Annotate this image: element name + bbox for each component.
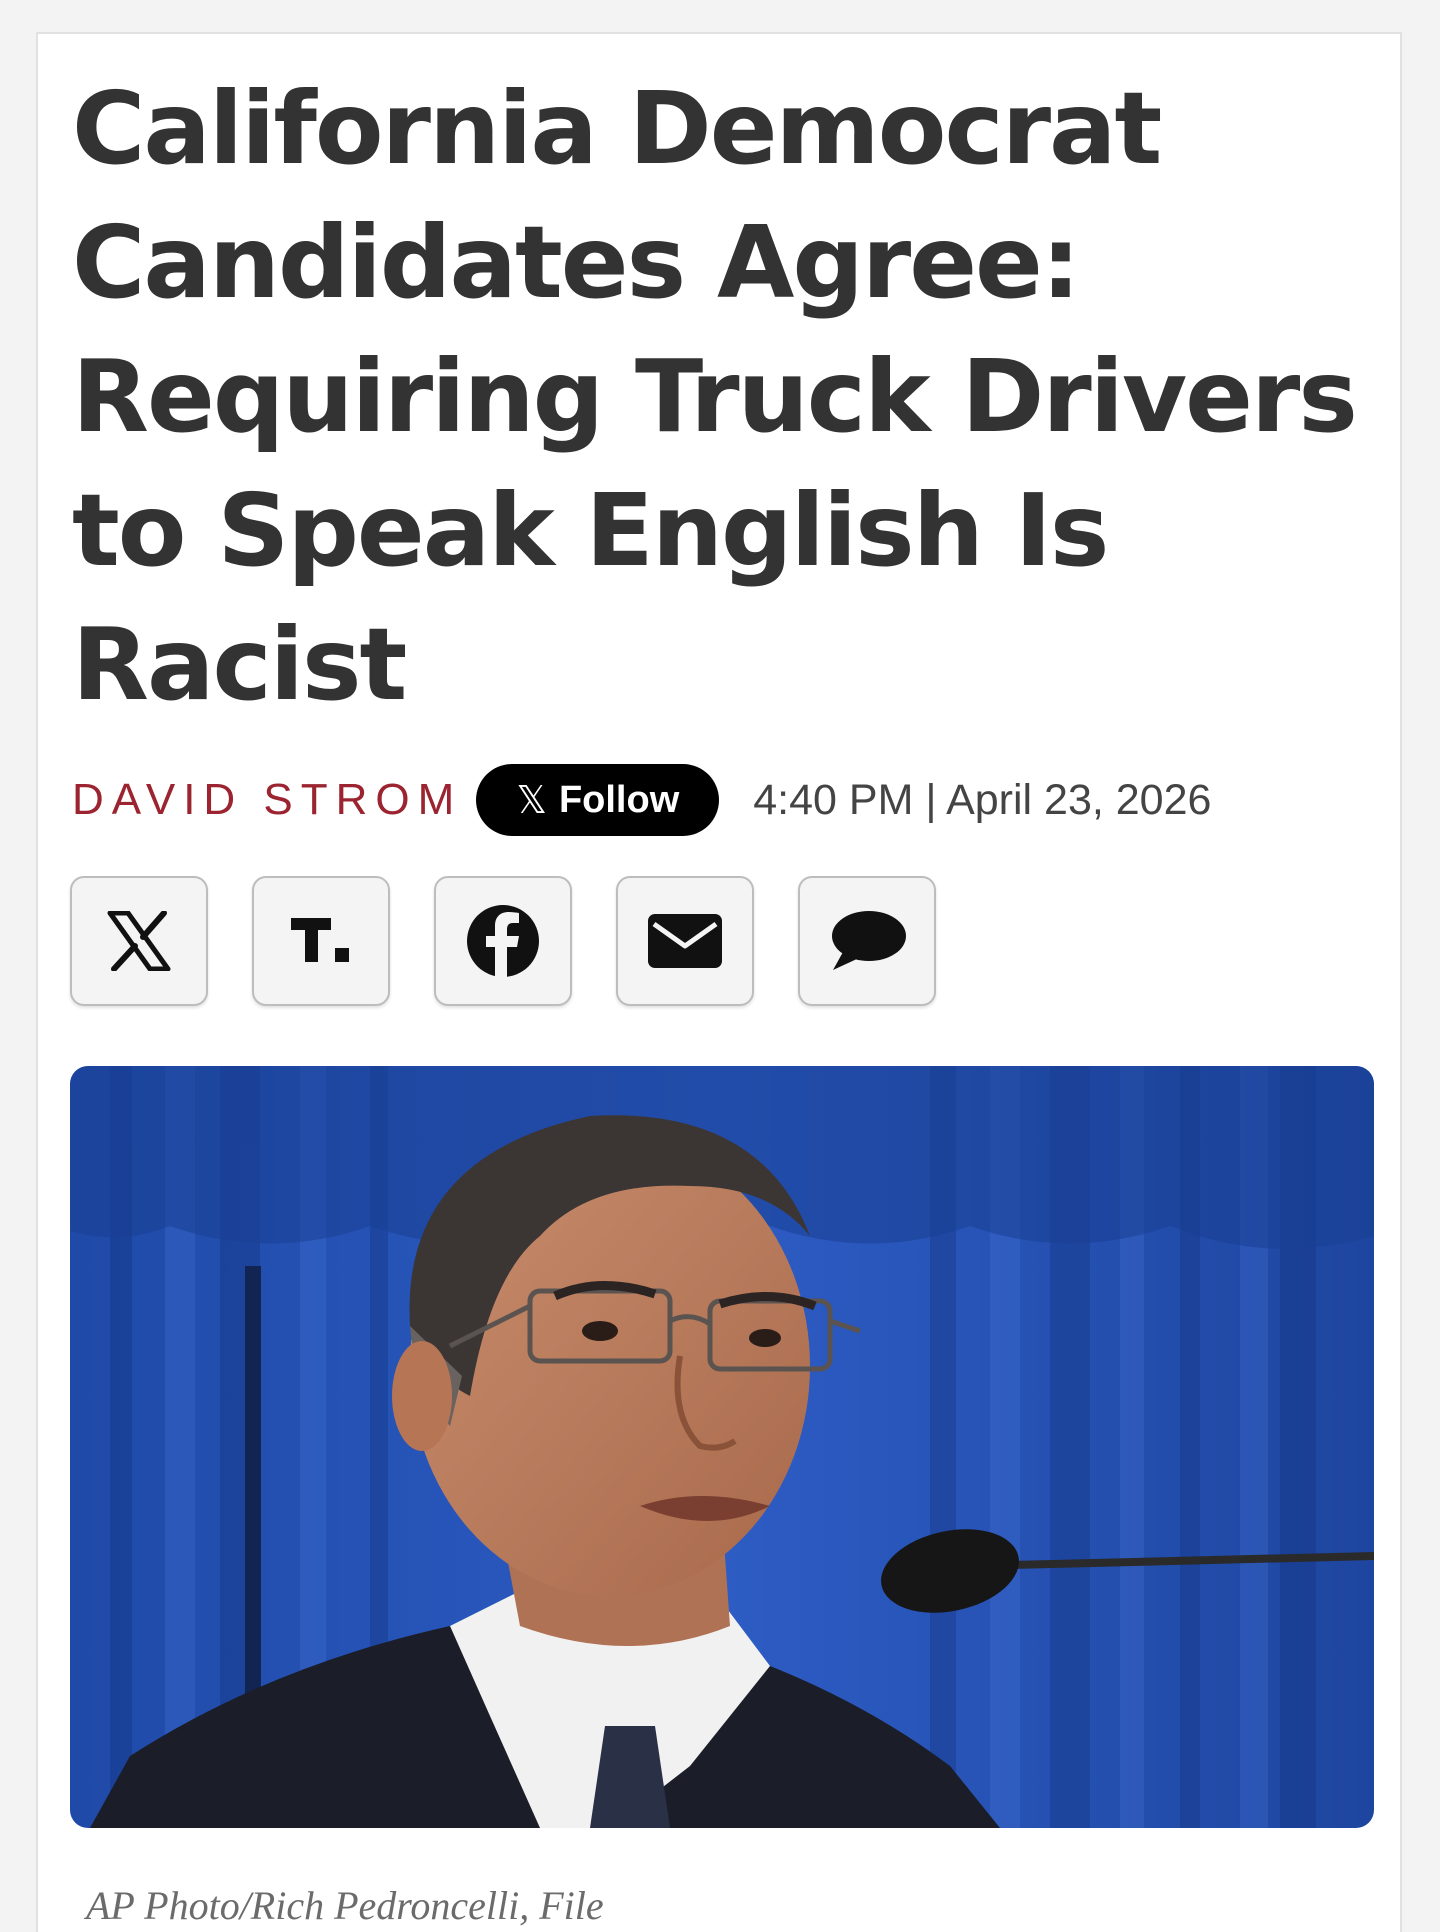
photo-caption: AP Photo/Rich Pedroncelli, File xyxy=(86,1883,604,1928)
article-photo xyxy=(70,1066,1374,1828)
x-follow-button[interactable]: 𝕏 Follow xyxy=(476,764,720,836)
follow-label: Follow xyxy=(558,778,680,821)
x-logo-icon: 𝕏 xyxy=(516,778,547,822)
share-email-button[interactable] xyxy=(616,876,754,1006)
article-headline: California Democrat Candidates Agree: Re… xyxy=(72,70,1358,723)
share-comment-button[interactable] xyxy=(798,876,936,1006)
article-card: California Democrat Candidates Agree: Re… xyxy=(36,32,1402,1932)
share-x-button[interactable] xyxy=(70,876,208,1006)
share-facebook-button[interactable] xyxy=(434,876,572,1006)
x-logo-icon xyxy=(107,911,171,971)
share-buttons xyxy=(70,876,936,1006)
comment-icon xyxy=(832,911,906,970)
share-truth-social-button[interactable] xyxy=(252,876,390,1006)
facebook-icon xyxy=(467,905,539,977)
email-icon xyxy=(648,914,722,968)
byline: DAVID STROM 𝕏 Follow 4:40 PM | April 23,… xyxy=(72,760,1392,840)
publish-timestamp: 4:40 PM | April 23, 2026 xyxy=(753,775,1212,824)
truth-social-icon xyxy=(291,918,349,962)
author-name[interactable]: DAVID STROM xyxy=(72,775,462,825)
